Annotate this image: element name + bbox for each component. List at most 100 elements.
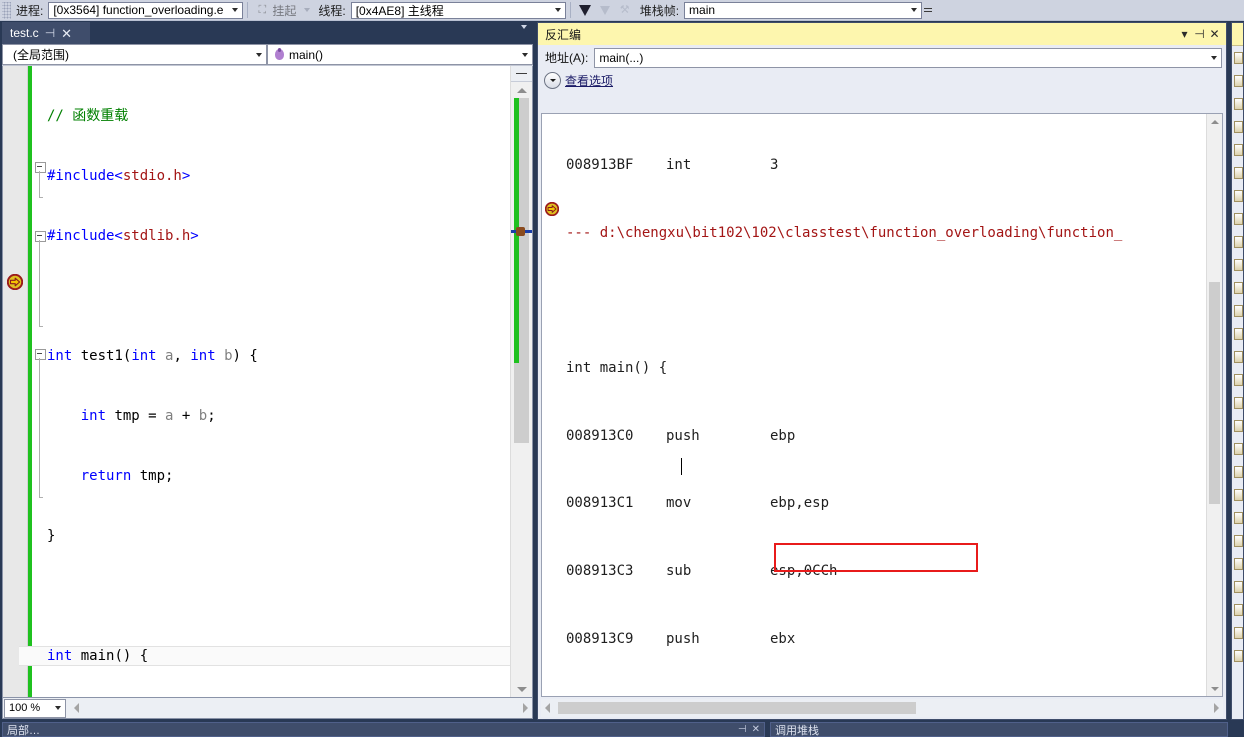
locals-panel-header[interactable]: 局部… ⊣ ✕	[2, 722, 765, 737]
view-options-row[interactable]: 查看选项	[538, 70, 1226, 91]
scroll-down-icon[interactable]	[511, 681, 532, 697]
clipped-panel-row	[1232, 92, 1243, 115]
clipped-panel-row	[1232, 230, 1243, 253]
tab-test-c[interactable]: test.c ⊣ ✕	[2, 22, 90, 44]
breakpoint-margin[interactable]	[3, 66, 28, 697]
editor-tab-strip: test.c ⊣ ✕	[2, 22, 533, 44]
item-icon	[1234, 419, 1243, 432]
chevron-down-icon[interactable]	[1206, 55, 1221, 60]
scroll-down-icon[interactable]	[1207, 681, 1222, 696]
stackframe-label: 堆栈帧:	[639, 3, 680, 18]
suspend-chevron-down-icon[interactable]	[301, 8, 313, 12]
editor-horizontal-scrollbar[interactable]	[70, 698, 532, 718]
item-icon	[1234, 626, 1243, 639]
scope-combo[interactable]: (全局范围)	[2, 44, 267, 65]
disasm-mnemonic: push	[666, 630, 700, 647]
close-icon[interactable]: ✕	[1207, 27, 1222, 41]
address-label: 地址(A):	[545, 51, 589, 65]
item-icon	[1234, 304, 1243, 317]
disassembly-horizontal-scrollbar[interactable]	[541, 699, 1223, 717]
code-line-text: // 函数重载	[47, 108, 129, 124]
disasm-operand: ebx	[770, 630, 796, 647]
chevron-down-icon[interactable]	[907, 3, 921, 18]
item-icon	[1234, 327, 1243, 340]
clipped-panel-row	[1232, 460, 1243, 483]
view-options-label[interactable]: 查看选项	[565, 72, 613, 89]
scroll-up-icon[interactable]	[1207, 114, 1222, 129]
scroll-right-icon[interactable]	[523, 703, 528, 713]
code-line: }	[47, 528, 56, 544]
code-line: return tmp;	[80, 468, 174, 484]
close-icon[interactable]: ✕	[752, 724, 760, 735]
clipped-panel-row	[1232, 483, 1243, 506]
scroll-left-icon[interactable]	[545, 703, 550, 713]
disassembly-title-bar: 反汇编 ▾ ⊣ ✕	[538, 23, 1226, 45]
toolbar-overflow-icon[interactable]	[922, 1, 934, 19]
disassembly-vertical-scrollbar[interactable]	[1206, 114, 1222, 696]
close-icon[interactable]: ✕	[61, 27, 72, 40]
clipped-panel-row	[1232, 184, 1243, 207]
disassembly-lines: 008913BF int 3 --- d:\chengxu\bit102\102\c…	[542, 114, 1206, 696]
disassembly-scroll-thumb[interactable]	[1209, 282, 1220, 504]
zoom-combo[interactable]: 100 %	[4, 698, 66, 718]
item-icon	[1234, 143, 1243, 156]
chevron-down-icon[interactable]	[228, 3, 242, 18]
item-icon	[1234, 235, 1243, 248]
item-icon	[1234, 442, 1243, 455]
disasm-address: 008913C3	[566, 562, 634, 579]
thread-combo[interactable]: [0x4AE8] 主线程	[350, 1, 566, 19]
chevron-down-icon[interactable]	[251, 52, 266, 57]
editor-bottom-bar: 100 %	[2, 698, 533, 719]
chevron-down-icon[interactable]	[517, 52, 532, 57]
clipped-panel-row	[1232, 299, 1243, 322]
process-combo-value: [0x3564] function_overloading.e	[53, 3, 224, 17]
scroll-left-icon[interactable]	[74, 703, 79, 713]
chevron-down-icon[interactable]	[51, 706, 65, 710]
thread-combo-value: [0x4AE8] 主线程	[355, 3, 444, 18]
debug-location-toolbar: 进程: [0x3564] function_overloading.e ⛶ 挂起…	[0, 0, 1244, 31]
clipped-panel-row	[1232, 253, 1243, 276]
pin-icon[interactable]: ⊣	[1192, 27, 1207, 41]
scroll-right-icon[interactable]	[1214, 703, 1219, 713]
clipped-panel-row	[1232, 161, 1243, 184]
item-icon	[1234, 511, 1243, 524]
filter-funnel-small-icon[interactable]	[595, 1, 615, 27]
pin-icon[interactable]: ⊣	[738, 724, 747, 735]
suspend-icon[interactable]: ⛶	[252, 1, 272, 19]
process-combo[interactable]: [0x3564] function_overloading.e	[48, 1, 244, 19]
chevron-down-icon[interactable]	[551, 3, 565, 18]
code-editor-surface[interactable]: // 函数重载 #include<stdio.h> #include<stdli…	[2, 66, 533, 698]
disasm-row: 008913CApushesi	[542, 695, 1206, 696]
expander-chevron-down-icon[interactable]	[544, 72, 561, 89]
stackframe-combo[interactable]: main	[684, 1, 923, 19]
drag-grip[interactable]	[2, 1, 11, 19]
scroll-up-icon[interactable]	[511, 82, 532, 98]
current-instruction-arrow-icon	[545, 202, 559, 216]
disasm-mnemonic: push	[666, 695, 770, 696]
disassembly-hscroll-thumb[interactable]	[558, 702, 916, 714]
clipped-panel-row	[1232, 276, 1243, 299]
code-text[interactable]: // 函数重载 #include<stdio.h> #include<stdli…	[19, 66, 510, 697]
disassembly-listing[interactable]: 008913BF int 3 --- d:\chengxu\bit102\102\c…	[541, 113, 1223, 697]
filter-funnel-icon[interactable]	[575, 1, 595, 31]
member-combo-value: main()	[289, 47, 324, 62]
callstack-panel-header[interactable]: 调用堆栈	[770, 722, 1228, 737]
clipped-right-tool-window[interactable]	[1231, 22, 1244, 720]
item-icon	[1234, 396, 1243, 409]
editor-split-handle[interactable]	[511, 66, 532, 82]
item-icon	[1234, 350, 1243, 363]
locals-tab-label: 局部…	[7, 724, 40, 737]
item-icon	[1234, 212, 1243, 225]
address-input[interactable]: main(...)	[594, 47, 1222, 68]
pin-icon[interactable]: ⊣	[45, 26, 55, 40]
tab-list-chevron-down-icon[interactable]	[521, 25, 527, 43]
address-row: 地址(A): main(...)	[538, 45, 1226, 70]
disassembly-scroll-area[interactable]: 008913BF int 3 --- d:\chengxu\bit102\102\c…	[542, 114, 1206, 696]
stackframe-combo-value: main	[689, 3, 716, 17]
clipped-panel-row	[1232, 322, 1243, 345]
member-combo[interactable]: main()	[267, 44, 533, 65]
panel-menu-chevron-down-icon[interactable]: ▾	[1177, 27, 1192, 41]
editor-vertical-scrollbar[interactable]	[510, 66, 532, 697]
disasm-mnemonic: int	[666, 157, 692, 174]
crossed-tools-icon[interactable]: ⚒	[615, 1, 635, 19]
